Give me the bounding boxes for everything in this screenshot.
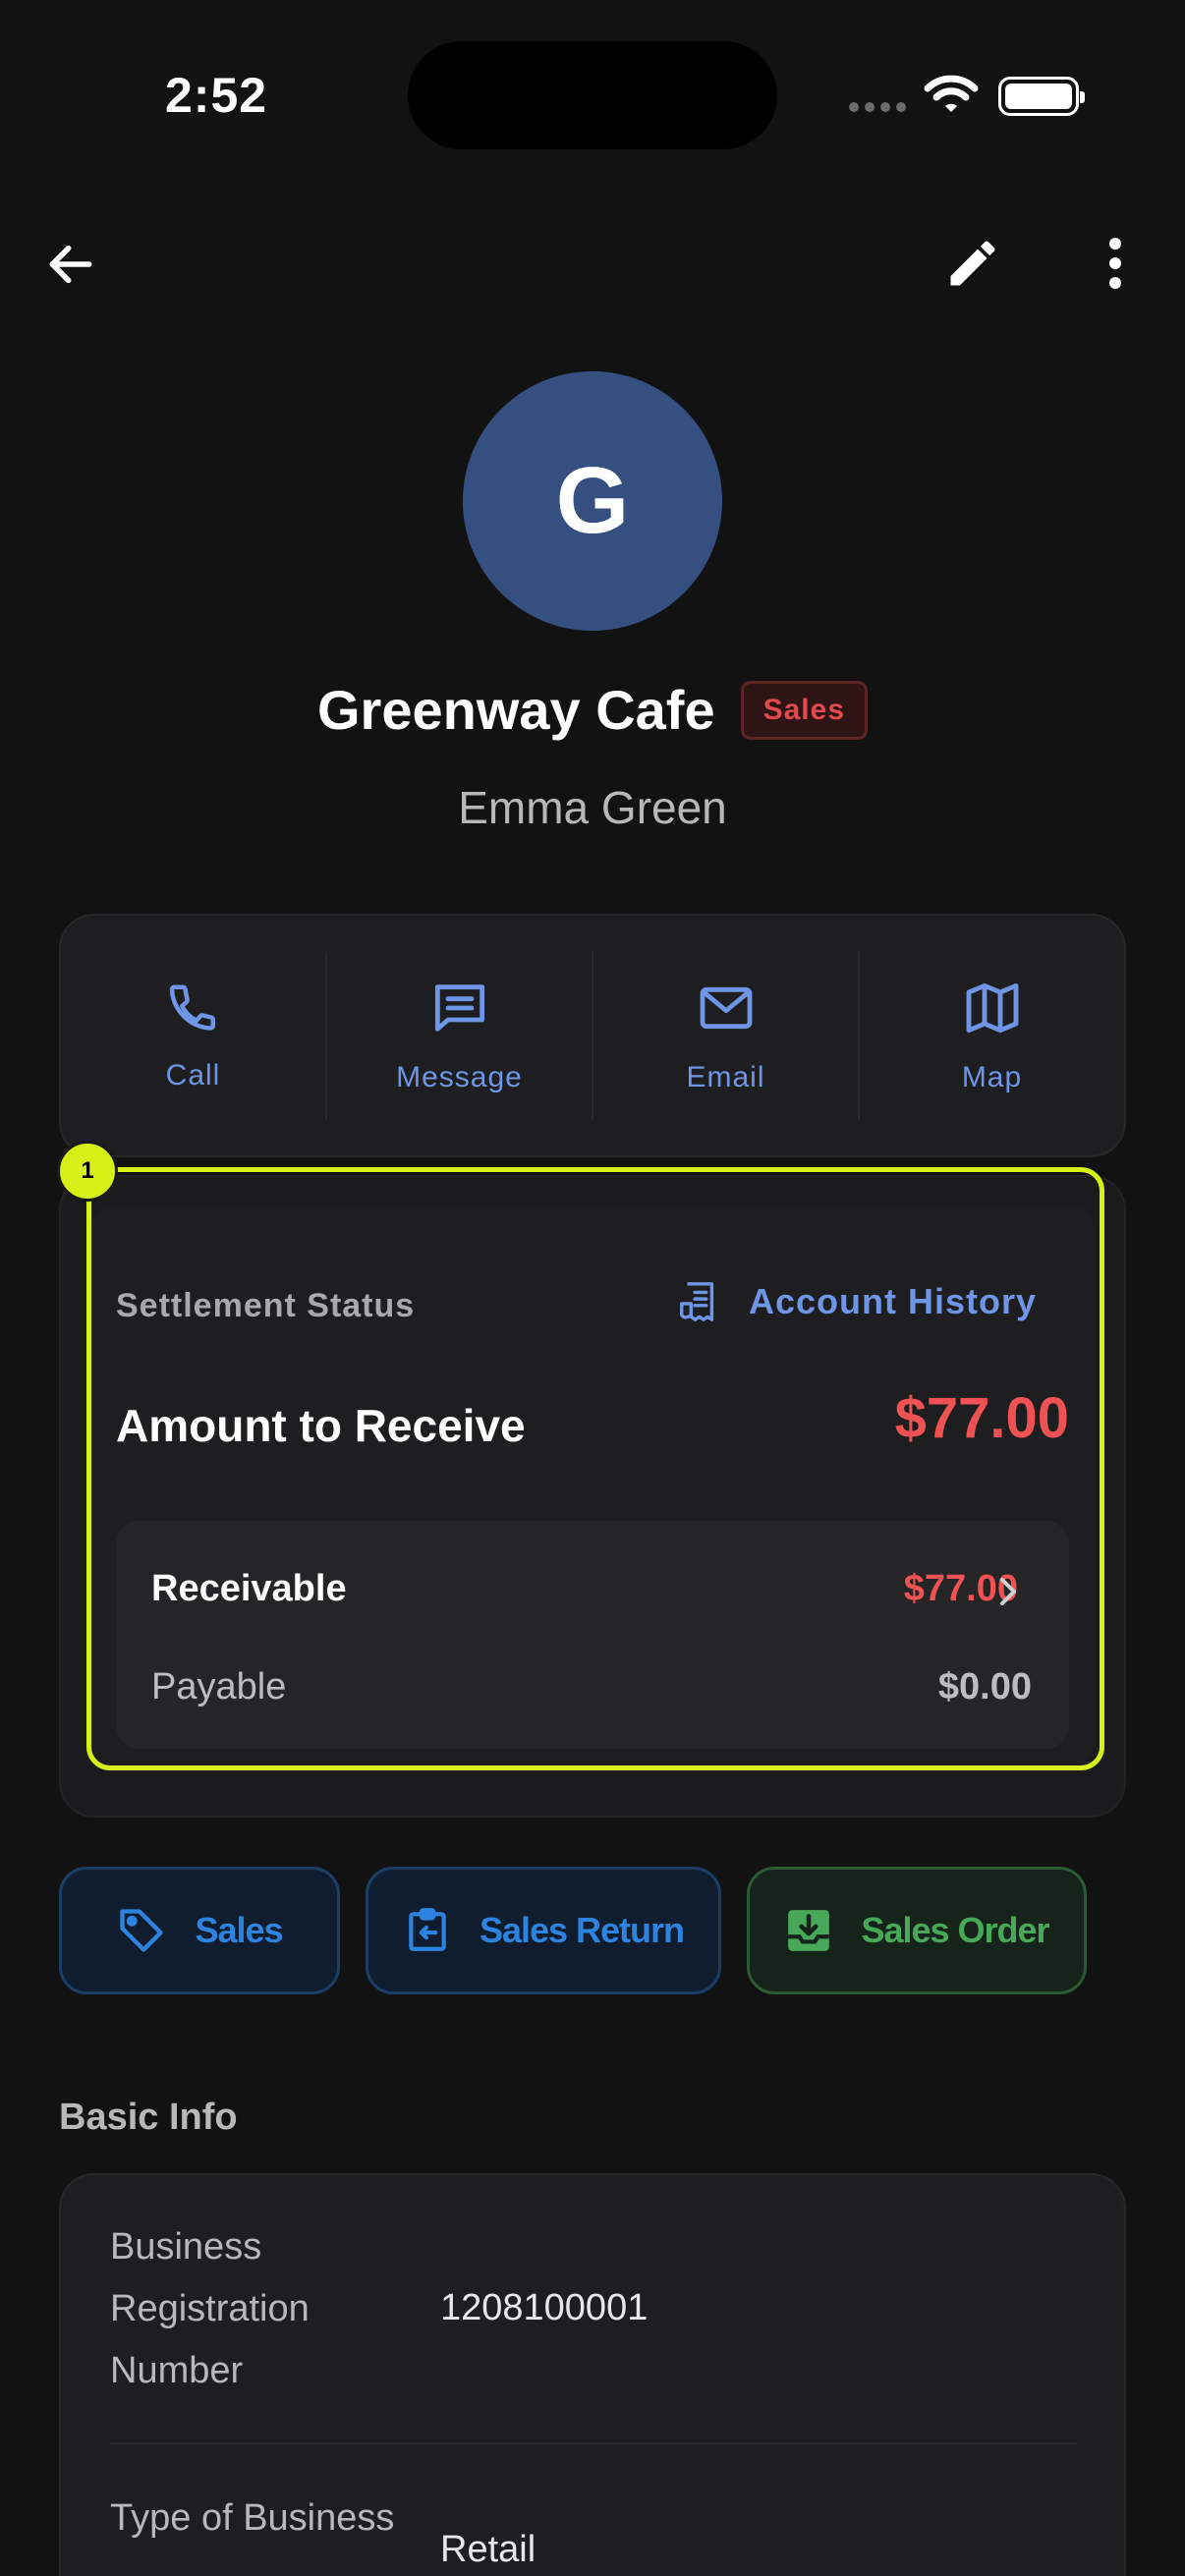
business-type-label: Type of Business	[110, 2497, 395, 2539]
call-button[interactable]: Call	[61, 952, 327, 1119]
amount-to-receive-value: $77.00	[894, 1386, 1069, 1450]
email-button[interactable]: Email	[593, 952, 860, 1119]
sales-return-button[interactable]: Sales Return	[366, 1867, 721, 1994]
business-name: Greenway Cafe	[316, 679, 715, 741]
message-button[interactable]: Message	[327, 952, 593, 1119]
receipt-icon	[680, 1282, 714, 1321]
dynamic-island	[408, 41, 777, 149]
sales-label: Sales	[195, 1910, 283, 1950]
more-vertical-icon	[1109, 238, 1121, 289]
chevron-right-icon[interactable]	[996, 1572, 1020, 1616]
sales-order-label: Sales Order	[861, 1910, 1049, 1950]
inbox-download-icon	[788, 1910, 830, 1951]
tag-icon	[120, 1909, 164, 1952]
info-divider	[110, 2442, 1077, 2444]
phone-icon	[169, 984, 215, 1031]
customer-type-badge: Sales	[740, 680, 869, 740]
sales-order-button[interactable]: Sales Order	[747, 1867, 1087, 1994]
account-history-label: Account History	[749, 1281, 1038, 1321]
payable-value: $0.00	[937, 1666, 1032, 1708]
email-label: Email	[686, 1061, 765, 1093]
pencil-icon	[950, 241, 995, 286]
mail-icon	[700, 986, 752, 1030]
payable-label: Payable	[151, 1666, 287, 1708]
business-registration-label: Business Registration Number	[110, 2226, 310, 2391]
account-history-button[interactable]: Account History	[676, 1277, 1037, 1326]
clipboard-return-icon	[409, 1908, 446, 1951]
map-label: Map	[961, 1061, 1023, 1093]
wifi-icon	[924, 73, 979, 121]
sales-return-label: Sales Return	[479, 1910, 685, 1950]
contact-actions-card: Call Message Email Map	[59, 914, 1126, 1157]
edit-button[interactable]	[933, 224, 1012, 303]
message-icon	[434, 984, 484, 1032]
map-button[interactable]: Map	[860, 952, 1124, 1119]
amount-to-receive-label: Amount to Receive	[116, 1400, 526, 1451]
map-icon	[966, 982, 1018, 1034]
back-button[interactable]	[43, 222, 98, 307]
sales-button[interactable]: Sales	[59, 1867, 340, 1994]
battery-icon	[998, 77, 1085, 116]
ledger-box	[116, 1521, 1069, 1749]
basic-info-title: Basic Info	[59, 2097, 238, 2138]
status-time: 2:52	[165, 68, 268, 123]
arrow-left-icon	[49, 245, 92, 284]
receivable-label[interactable]: Receivable	[151, 1568, 347, 1610]
message-label: Message	[396, 1061, 523, 1093]
call-label: Call	[165, 1059, 221, 1092]
settlement-status-label: Settlement Status	[116, 1287, 416, 1324]
business-type-value: Retail	[440, 2529, 536, 2570]
business-registration-value: 1208100001	[440, 2287, 649, 2328]
contact-name: Emma Green	[458, 782, 727, 833]
avatar: G	[463, 371, 722, 631]
title-row: Greenway Cafe Sales	[0, 678, 1185, 742]
cellular-signal-icon	[849, 102, 906, 112]
highlight-marker: 1	[57, 1141, 118, 1202]
more-options-button[interactable]	[1081, 224, 1150, 303]
